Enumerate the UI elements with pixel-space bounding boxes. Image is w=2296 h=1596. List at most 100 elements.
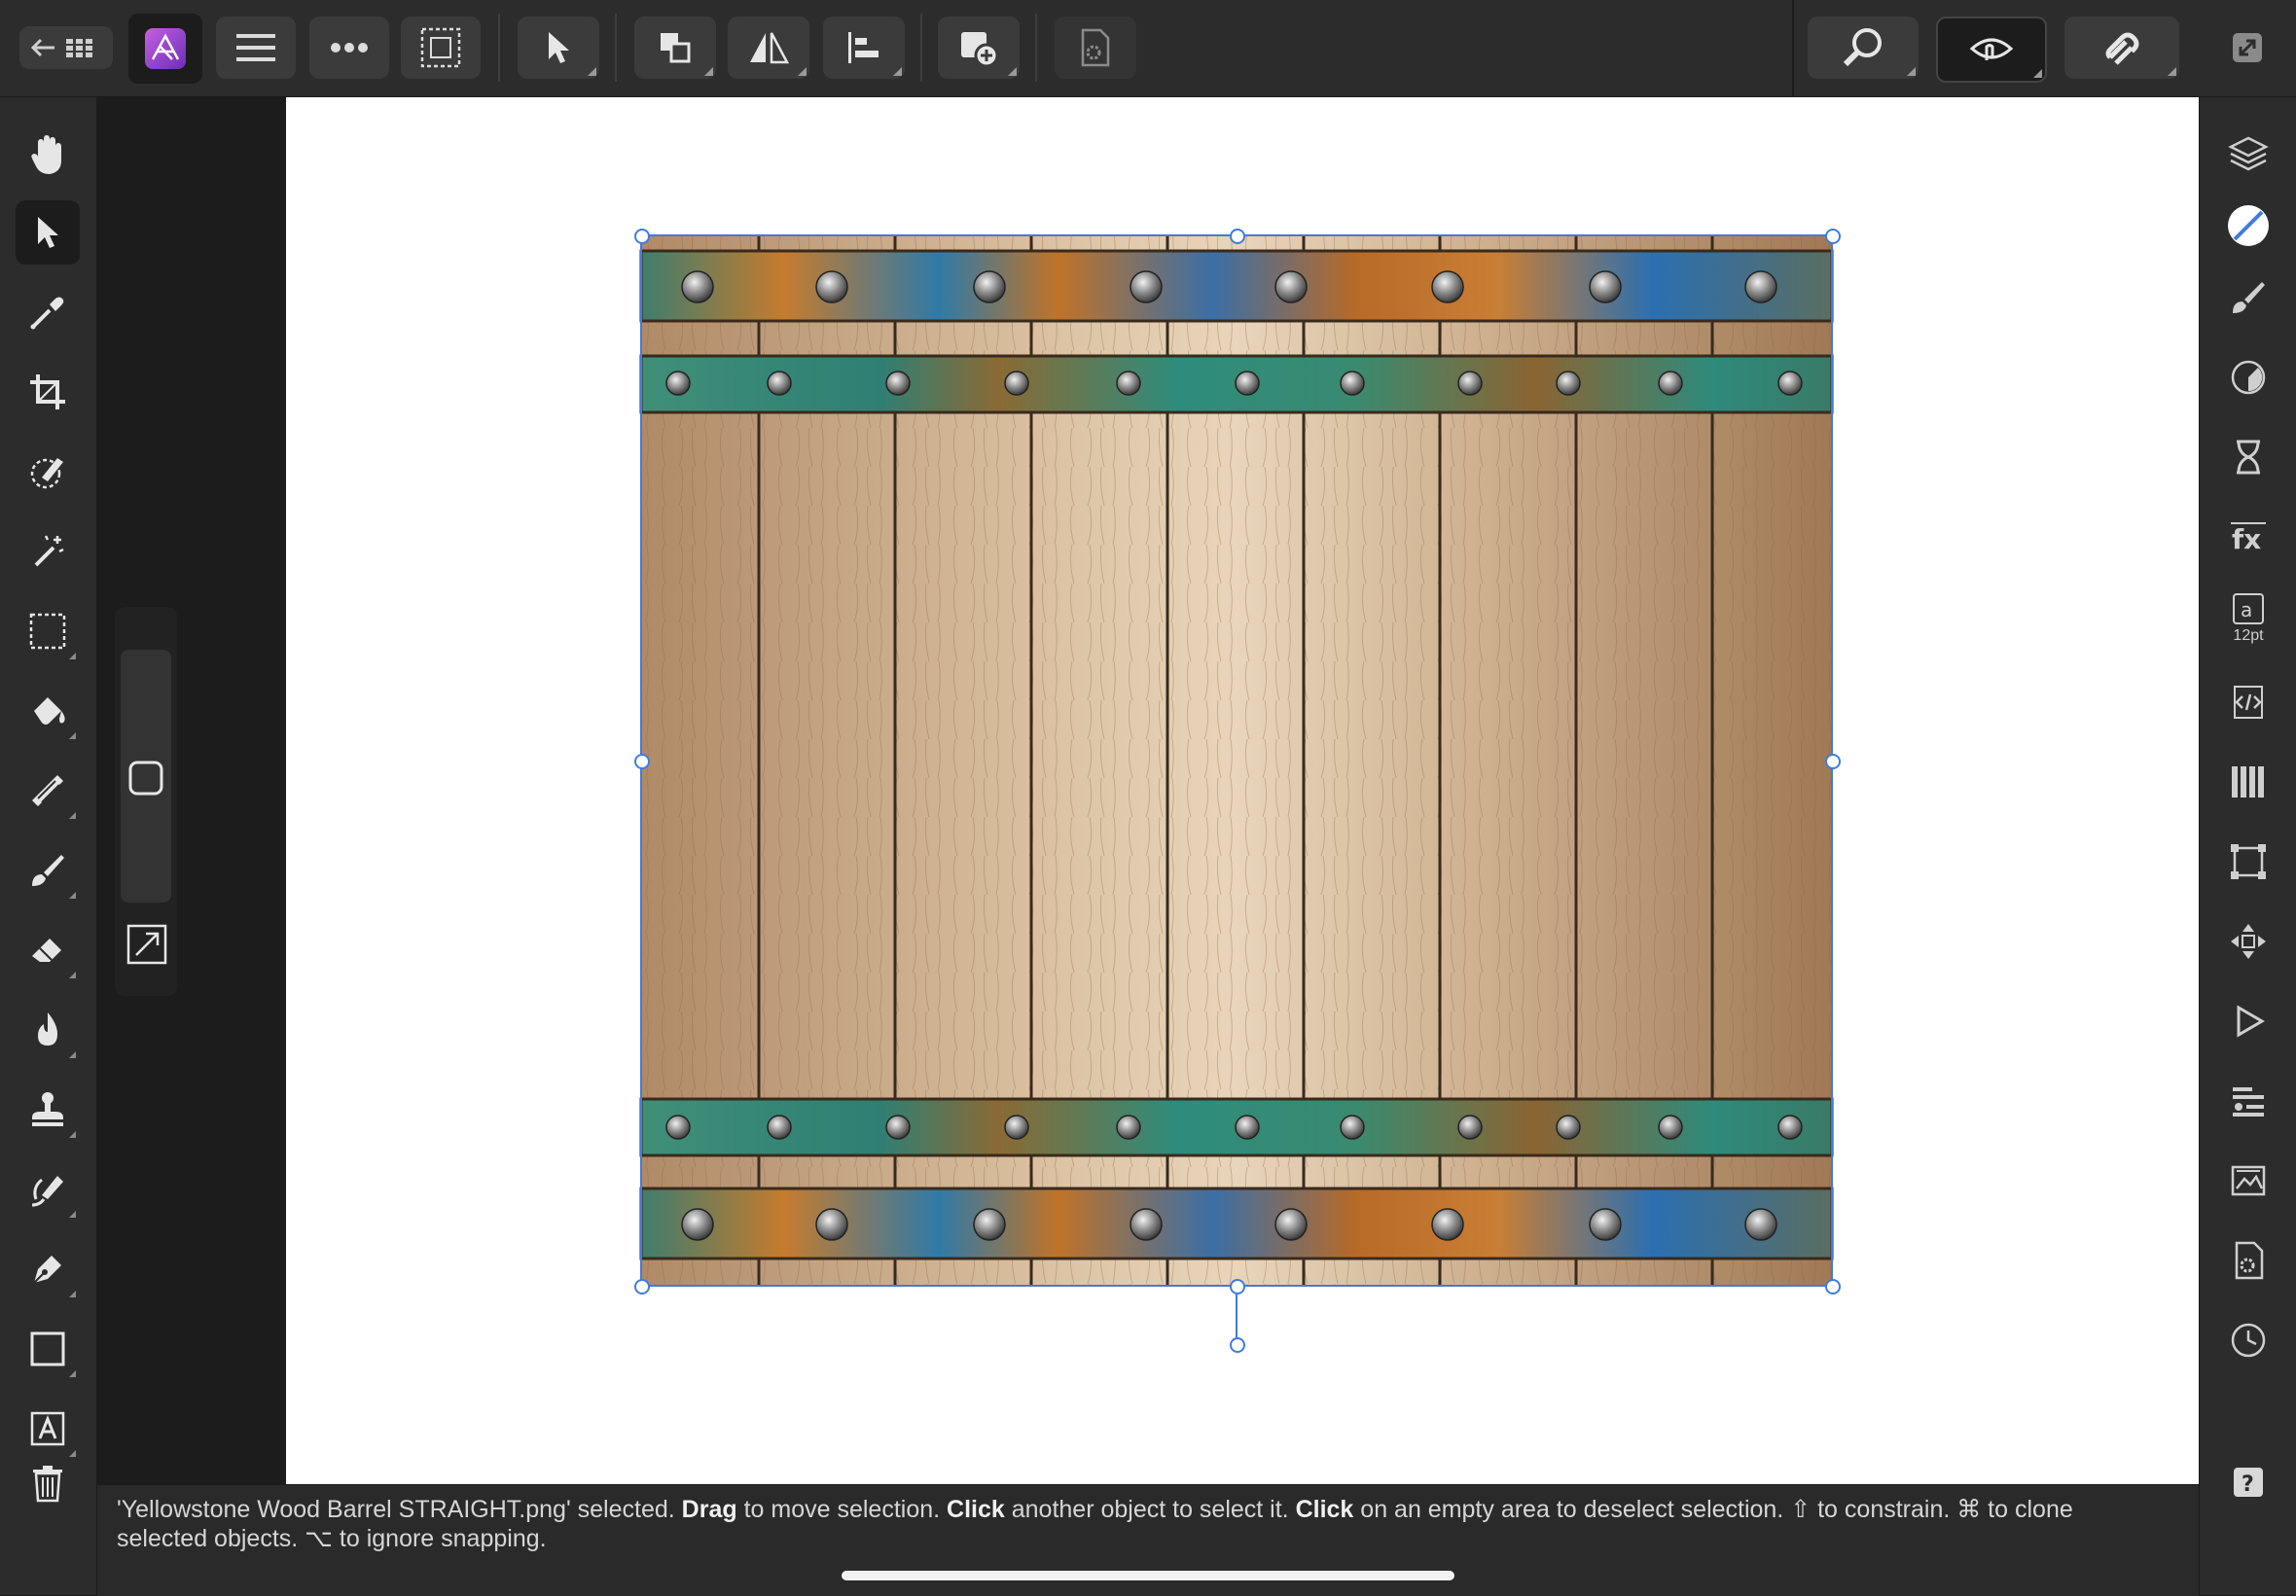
submenu-indicator bbox=[69, 1211, 76, 1218]
crop-tool[interactable] bbox=[16, 360, 80, 424]
rounded-square-icon bbox=[128, 761, 163, 796]
brushes-panel-button[interactable] bbox=[2217, 266, 2279, 329]
ellipsis-icon bbox=[331, 43, 368, 53]
handle-top-right[interactable] bbox=[1825, 229, 1841, 244]
brush-icon bbox=[32, 855, 64, 886]
trash-icon bbox=[33, 1466, 62, 1503]
handle-middle-left[interactable] bbox=[634, 754, 650, 769]
add-layer-button[interactable] bbox=[938, 17, 1020, 79]
layers-panel-button[interactable] bbox=[2217, 123, 2279, 185]
brush-size-slider[interactable] bbox=[121, 650, 171, 903]
zoom-button[interactable] bbox=[1808, 17, 1919, 79]
navigator-panel-button[interactable] bbox=[2217, 910, 2279, 973]
dodge-tool[interactable] bbox=[16, 998, 80, 1062]
add-layer-icon bbox=[961, 32, 999, 68]
menu-button[interactable] bbox=[216, 17, 296, 79]
toolbar-separator bbox=[920, 14, 922, 82]
more-button[interactable] bbox=[309, 17, 389, 79]
rivet bbox=[1130, 1208, 1163, 1241]
rivet bbox=[767, 371, 792, 396]
diagonal-resize-icon bbox=[126, 924, 167, 965]
submenu-indicator bbox=[69, 1131, 76, 1138]
color-panel-button[interactable] bbox=[2217, 195, 2279, 257]
rivet bbox=[1004, 1115, 1029, 1140]
erase-tool[interactable] bbox=[16, 918, 80, 982]
wood-barrel-image[interactable] bbox=[286, 97, 2199, 1484]
move-arrows-icon bbox=[2231, 924, 2266, 959]
healing-tool[interactable] bbox=[16, 1157, 80, 1222]
handle-bottom-center[interactable] bbox=[1230, 1279, 1245, 1295]
delete-tool[interactable] bbox=[16, 1451, 80, 1515]
arrow-left-grid-icon bbox=[30, 38, 92, 57]
persona-photo-button[interactable] bbox=[128, 14, 202, 84]
document-page[interactable] bbox=[286, 97, 2199, 1484]
flip-button[interactable] bbox=[728, 17, 809, 79]
handle-middle-right[interactable] bbox=[1825, 754, 1841, 769]
fullscreen-button[interactable] bbox=[2214, 17, 2280, 79]
handle-top-center[interactable] bbox=[1230, 229, 1245, 244]
adjustments-panel-button[interactable] bbox=[2217, 346, 2279, 408]
rivet bbox=[1235, 1115, 1260, 1140]
pen-tool[interactable] bbox=[16, 1237, 80, 1301]
document-settings-button[interactable] bbox=[1055, 17, 1136, 79]
snapshots-panel-button[interactable] bbox=[2217, 1309, 2279, 1371]
help-button[interactable]: ? bbox=[2217, 1451, 2279, 1513]
transform-box-icon bbox=[2231, 844, 2266, 879]
rivet bbox=[885, 371, 911, 396]
document-panel-button[interactable] bbox=[2217, 1229, 2279, 1292]
transform-corner-button[interactable] bbox=[125, 922, 169, 967]
effects-panel-button[interactable]: fx bbox=[2217, 506, 2279, 568]
arrange-button[interactable] bbox=[634, 17, 716, 79]
align-button[interactable] bbox=[823, 17, 905, 79]
healing-brush-icon bbox=[31, 1176, 63, 1207]
color-picker-tool[interactable] bbox=[16, 280, 80, 344]
dashed-rectangle-icon bbox=[29, 613, 66, 650]
handle-bottom-left[interactable] bbox=[634, 1279, 650, 1295]
submenu-indicator bbox=[69, 1291, 76, 1297]
flame-icon bbox=[38, 1012, 57, 1046]
move-tool[interactable] bbox=[16, 200, 80, 265]
info-panel-button[interactable] bbox=[2217, 1070, 2279, 1132]
source-panel-button[interactable] bbox=[2217, 671, 2279, 733]
snapping-button[interactable] bbox=[2064, 17, 2179, 79]
clone-tool[interactable] bbox=[16, 1078, 80, 1142]
stamp-icon bbox=[32, 1092, 63, 1126]
submenu-indicator bbox=[798, 67, 807, 76]
move-tool-options-button[interactable] bbox=[518, 17, 599, 79]
channels-panel-button[interactable] bbox=[2217, 751, 2279, 813]
handle-top-left[interactable] bbox=[634, 229, 650, 244]
selection-brush-tool[interactable] bbox=[16, 440, 80, 504]
flood-fill-tool[interactable] bbox=[16, 679, 80, 743]
adjustment-circle-icon bbox=[2231, 360, 2266, 395]
gradient-tool[interactable] bbox=[16, 759, 80, 823]
eraser-icon bbox=[32, 939, 61, 962]
selection-mode-button[interactable] bbox=[401, 17, 481, 79]
view-tool[interactable] bbox=[16, 123, 80, 187]
submenu-indicator bbox=[2033, 69, 2042, 78]
history-panel-button[interactable] bbox=[2217, 426, 2279, 488]
transform-panel-button[interactable] bbox=[2217, 831, 2279, 893]
submenu-indicator bbox=[69, 653, 76, 659]
stock-panel-button[interactable] bbox=[2217, 1150, 2279, 1212]
tools-panel bbox=[0, 97, 97, 1595]
gradient-icon bbox=[32, 775, 63, 806]
eye-hand-icon bbox=[1969, 38, 2014, 60]
rivet bbox=[1431, 270, 1464, 303]
arrange-icon bbox=[661, 33, 691, 63]
submenu-indicator bbox=[588, 67, 596, 76]
rivet bbox=[681, 1208, 714, 1241]
rotation-handle[interactable] bbox=[1230, 1337, 1245, 1353]
top-toolbar bbox=[0, 0, 2296, 97]
back-to-documents-button[interactable] bbox=[19, 26, 113, 69]
paint-brush-tool[interactable] bbox=[16, 838, 80, 903]
macro-panel-button[interactable] bbox=[2217, 990, 2279, 1052]
marquee-tool[interactable] bbox=[16, 599, 80, 663]
character-panel-button[interactable]: a 12pt bbox=[2217, 584, 2279, 654]
rivet bbox=[1116, 1115, 1141, 1140]
rectangle-tool[interactable] bbox=[16, 1317, 80, 1381]
status-hint-text: 'Yellowstone Wood Barrel STRAIGHT.png' s… bbox=[117, 1496, 2073, 1552]
view-mode-button[interactable] bbox=[1936, 17, 2047, 83]
rivet bbox=[1004, 371, 1029, 396]
handle-bottom-right[interactable] bbox=[1825, 1279, 1841, 1295]
flood-select-tool[interactable] bbox=[16, 519, 80, 584]
